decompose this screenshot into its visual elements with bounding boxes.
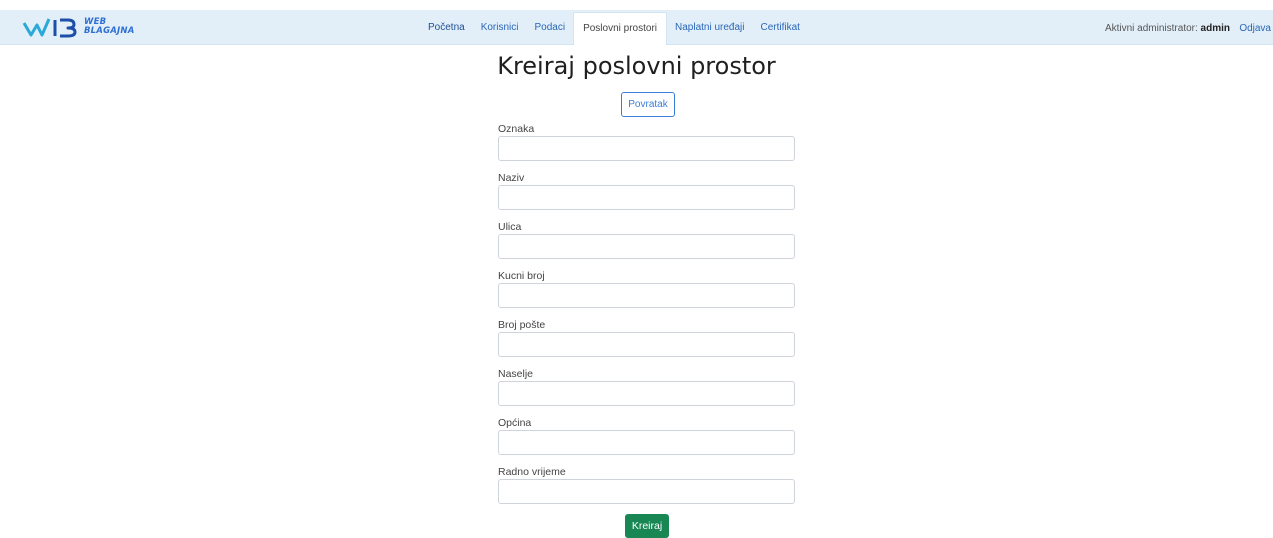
active-admin-label: Aktivni administrator: admin	[1105, 10, 1230, 44]
broj-poste-label: Broj pošte	[498, 319, 546, 331]
nav-item-podaci[interactable]: Podaci	[527, 10, 574, 44]
oznaka-input[interactable]	[498, 136, 795, 161]
logout-link[interactable]: Odjava	[1239, 10, 1271, 44]
ulica-label: Ulica	[498, 221, 522, 233]
field-broj-poste: Broj pošte	[498, 319, 795, 368]
radno-vrijeme-input[interactable]	[498, 479, 795, 504]
opcina-label: Općina	[498, 417, 532, 429]
field-opcina: Općina	[498, 417, 795, 466]
field-ulica: Ulica	[498, 221, 795, 270]
kucni-broj-label: Kucni broj	[498, 270, 545, 282]
main-nav: Početna Korisnici Podaci Poslovni prosto…	[420, 10, 808, 45]
nav-item-poslovni-prostori[interactable]: Poslovni prostori	[573, 12, 667, 45]
page-title: Kreiraj poslovni prostor	[497, 52, 776, 80]
back-button[interactable]: Povratak	[621, 92, 675, 117]
field-kucni-broj: Kucni broj	[498, 270, 795, 319]
admin-username: admin	[1200, 23, 1230, 34]
admin-prefix: Aktivni administrator:	[1104, 23, 1198, 34]
oznaka-label: Oznaka	[498, 123, 535, 135]
naselje-label: Naselje	[498, 368, 534, 380]
field-naziv: Naziv	[498, 172, 795, 221]
naziv-label: Naziv	[498, 172, 525, 184]
brand-line-2: BLAGAJNA	[84, 26, 135, 36]
naselje-input[interactable]	[498, 381, 795, 406]
field-naselje: Naselje	[498, 368, 795, 417]
nav-item-korisnici[interactable]: Korisnici	[473, 10, 527, 44]
field-radno-vrijeme: Radno vrijeme	[498, 466, 795, 515]
opcina-input[interactable]	[498, 430, 795, 455]
field-oznaka: Oznaka	[498, 123, 795, 172]
create-button[interactable]: Kreiraj	[625, 514, 669, 538]
naziv-input[interactable]	[498, 185, 795, 210]
broj-poste-input[interactable]	[498, 332, 795, 357]
brand-text: WEB BLAGAJNA	[84, 18, 164, 36]
radno-vrijeme-label: Radno vrijeme	[498, 466, 566, 478]
kucni-broj-input[interactable]	[498, 283, 795, 308]
nav-item-certifikat[interactable]: Certifikat	[753, 10, 808, 44]
ulica-input[interactable]	[498, 234, 795, 259]
wb-logo-icon	[22, 18, 77, 38]
nav-item-naplatni-uredaji[interactable]: Naplatni uređaji	[667, 10, 753, 44]
create-business-premises-form: Oznaka Naziv Ulica Kucni broj Broj pošte…	[498, 123, 795, 515]
top-navbar: WEB BLAGAJNA Početna Korisnici Podaci Po…	[0, 10, 1273, 45]
nav-item-pocetna[interactable]: Početna	[420, 10, 473, 44]
